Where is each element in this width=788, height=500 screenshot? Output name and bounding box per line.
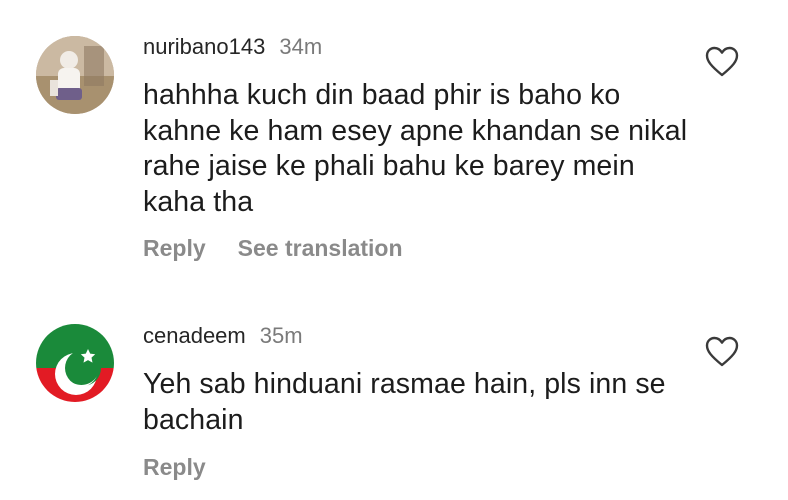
- user-avatar[interactable]: [36, 324, 114, 402]
- like-button[interactable]: [705, 336, 739, 368]
- comment-text: Yeh sab hinduani rasmae hain, pls inn se…: [143, 368, 666, 436]
- see-translation-button[interactable]: See translation: [238, 235, 403, 261]
- pti-flag-avatar-icon: [36, 324, 114, 402]
- heart-outline-icon: [705, 46, 739, 77]
- comment-header: nuribano143 34m: [143, 34, 322, 60]
- like-button[interactable]: [705, 46, 739, 78]
- timestamp: 35m: [259, 323, 303, 348]
- reply-button[interactable]: Reply: [143, 454, 206, 480]
- user-avatar[interactable]: [36, 36, 114, 114]
- heart-outline-icon: [705, 336, 739, 367]
- timestamp: 34m: [279, 34, 323, 59]
- comment-header: cenadeem 35m: [143, 323, 303, 349]
- username[interactable]: cenadeem: [143, 323, 246, 348]
- comment-actions: Reply See translation: [143, 235, 403, 262]
- username[interactable]: nuribano143: [143, 34, 265, 59]
- comment-actions: Reply: [143, 454, 206, 481]
- photo-avatar-icon: [36, 36, 114, 114]
- comment-text: hahhha kuch din baad phir is baho ko kah…: [143, 79, 688, 218]
- reply-button[interactable]: Reply: [143, 235, 206, 261]
